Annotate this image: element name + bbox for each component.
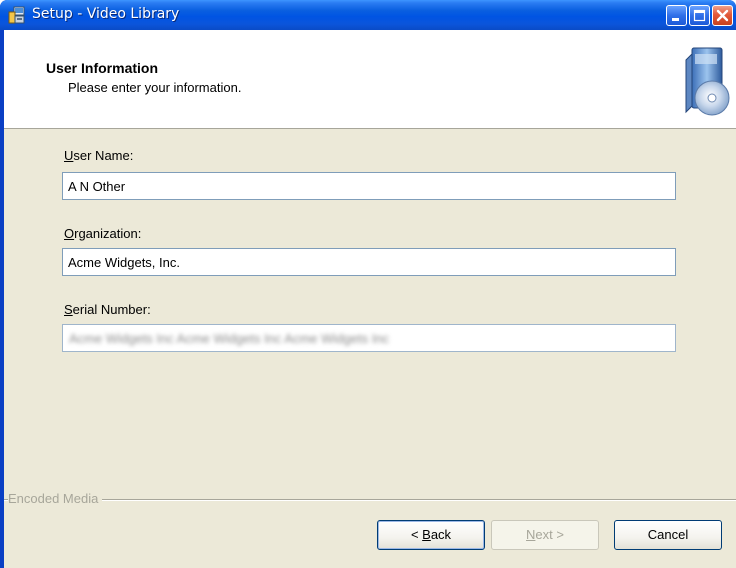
next-button-accel: N bbox=[526, 527, 536, 542]
minimize-button[interactable] bbox=[666, 5, 687, 26]
group-label: Encoded Media bbox=[8, 491, 103, 506]
setup-window: Setup - Video Library User Information P… bbox=[0, 0, 736, 568]
cd-box-icon bbox=[682, 46, 730, 120]
next-button-text: ext > bbox=[535, 527, 564, 542]
wizard-header: User Information Please enter your infor… bbox=[4, 30, 736, 129]
page-subtitle: Please enter your information. bbox=[68, 80, 242, 95]
back-button[interactable]: < Back bbox=[377, 520, 485, 550]
serial-number-label-accel: S bbox=[64, 302, 73, 317]
cancel-button[interactable]: Cancel bbox=[614, 520, 722, 550]
setup-icon[interactable] bbox=[8, 6, 26, 24]
user-name-label: User Name: bbox=[64, 148, 133, 163]
close-button[interactable] bbox=[712, 5, 733, 26]
organization-label-accel: O bbox=[64, 226, 75, 241]
next-button[interactable]: Next > bbox=[491, 520, 599, 550]
back-button-accel: B bbox=[422, 527, 431, 542]
group-divider bbox=[4, 499, 736, 501]
back-button-prefix: < bbox=[410, 527, 423, 542]
back-button-text: ack bbox=[430, 527, 452, 542]
serial-number-label-text: erial Number: bbox=[72, 302, 151, 317]
user-name-input[interactable] bbox=[62, 172, 676, 200]
dialog-body: User Information Please enter your infor… bbox=[4, 30, 736, 568]
maximize-button[interactable] bbox=[689, 5, 710, 26]
organization-input[interactable] bbox=[62, 248, 676, 276]
serial-number-input[interactable]: Acme Widgets Inc Acme Widgets Inc Acme W… bbox=[62, 324, 676, 352]
page-title: User Information bbox=[46, 60, 159, 76]
maximize-icon bbox=[693, 9, 706, 22]
organization-label-text: rganization: bbox=[74, 226, 142, 241]
title-bar[interactable]: Setup - Video Library bbox=[0, 0, 736, 30]
window-title: Setup - Video Library bbox=[32, 6, 180, 22]
serial-number-label: Serial Number: bbox=[64, 302, 151, 317]
close-icon bbox=[716, 9, 729, 22]
user-name-label-text: ser Name: bbox=[73, 148, 134, 163]
user-name-label-accel: U bbox=[64, 148, 74, 163]
minimize-icon bbox=[672, 18, 679, 21]
serial-number-value: Acme Widgets Inc Acme Widgets Inc Acme W… bbox=[69, 331, 390, 346]
organization-label: Organization: bbox=[64, 226, 141, 241]
